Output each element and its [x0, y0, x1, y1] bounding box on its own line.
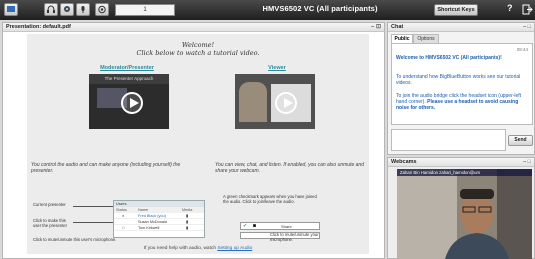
chat-message-tutorial: To understand how BigBlueButton works se… [396, 74, 521, 87]
top-toolbar: 1 HMVS6502 VC (All participants) Shortcu… [0, 0, 535, 20]
pointer-line [73, 206, 113, 207]
note-make-presenter: Click to make this user the presenter [33, 218, 67, 228]
desktop-share-button[interactable] [95, 3, 109, 16]
presentation-title: Presentation: default.pdf [6, 24, 71, 30]
webcam-button[interactable] [60, 3, 74, 16]
make-presenter-icon: □ [122, 226, 125, 230]
welcome-heading: Welcome! [181, 41, 215, 49]
welcome-subheading: Click below to watch a tutorial video. [136, 49, 260, 57]
microphone-icon [81, 6, 85, 13]
headset-icon [47, 5, 55, 13]
webcam-feed-image [397, 169, 532, 259]
tab-options[interactable]: Options [413, 34, 439, 43]
microphone-button[interactable] [76, 3, 90, 16]
setup-audio-link[interactable]: Setting up Audio [217, 246, 252, 251]
message-time: 08:44 [516, 47, 528, 52]
webcam-video[interactable]: Zahari Bin Hamidon zahari_hamidon@um [397, 169, 532, 259]
webcam-user-label: Zahari Bin Hamidon zahari_hamidon@um [397, 169, 532, 176]
moderator-description: You control the audio and can make anyon… [31, 162, 181, 174]
headset-button[interactable] [44, 3, 58, 16]
logout-icon [522, 4, 533, 15]
chat-panel: Chat – □ Public Options 08:44 Welcome to… [387, 22, 535, 155]
presentation-window-controls[interactable]: – ⊡ [371, 23, 381, 32]
viewer-video[interactable] [235, 74, 315, 129]
record-field[interactable]: 1 [115, 4, 175, 16]
chat-input[interactable] [391, 129, 506, 151]
note-current-presenter: Current presenter [33, 202, 66, 207]
webcams-window-controls[interactable]: – □ [523, 158, 531, 167]
monitor-icon [7, 6, 15, 12]
layout-button[interactable] [4, 3, 18, 16]
row-name: Tom Kirkwell [138, 226, 160, 230]
note-mute-mic: Click to mute/unmute your microphone. [270, 232, 319, 242]
tab-public[interactable]: Public [391, 34, 413, 43]
play-icon[interactable] [121, 92, 143, 114]
checkmark-icon: ✔ [243, 223, 248, 229]
chat-messages[interactable]: 08:44 Welcome to HMVS6502 VC (All partic… [391, 43, 533, 125]
play-icon[interactable] [275, 92, 297, 114]
users-table-illustration: Users Status Name Media ● Fred Black (yo… [113, 200, 205, 238]
help-button[interactable]: ? [507, 3, 513, 13]
meeting-title: HMVS6502 VC (All participants) [262, 4, 378, 13]
mic-icon: ▮ [186, 226, 189, 230]
presentation-header: Presentation: default.pdf – ⊡ [3, 23, 384, 32]
chat-window-controls[interactable]: – □ [523, 23, 531, 32]
shortcut-keys-button[interactable]: Shortcut Keys [434, 4, 478, 16]
note-checkmark: A green checkmark appears when you have … [223, 194, 317, 204]
table-row: □ Tom Kirkwell ▮ [114, 225, 204, 231]
audio-controls-illustration: ✔ ◙ Share [240, 222, 320, 230]
chat-message-welcome: Welcome to HMVS6502 VC (All participants… [396, 55, 530, 61]
webcams-title: Webcams [391, 159, 417, 165]
note-mute-user: Click to mute/unmute this user's microph… [33, 237, 117, 242]
viewer-person [239, 82, 267, 122]
chat-message-audio: To join the audio bridge click the heads… [396, 93, 530, 112]
viewer-description: You can view, chat, and listen. If enabl… [215, 162, 364, 174]
viewer-title[interactable]: Viewer [232, 65, 322, 71]
webcams-panel: Webcams – □ Zahari Bin Hamidon zahari_ha… [387, 157, 535, 259]
webcam-icon [64, 6, 70, 12]
moderator-video[interactable]: The Presenter Approach [89, 74, 169, 129]
chat-title: Chat [391, 24, 404, 30]
send-button[interactable]: Send [508, 135, 533, 146]
welcome-message-text: Welcome to HMVS6502 VC (All participants… [396, 55, 502, 61]
webcams-header: Webcams – □ [388, 158, 534, 167]
desktop-share-icon [98, 5, 106, 14]
setup-text: If you need help with audio, watch [143, 246, 218, 251]
video-caption: The Presenter Approach [89, 74, 169, 84]
moderator-title[interactable]: Moderator/Presenter [82, 65, 172, 71]
headset-icon: ◙ [253, 223, 257, 229]
audio-help-text: If you need help with audio, watch Setti… [27, 246, 369, 251]
share-label: Share [281, 224, 292, 229]
presentation-panel: Presentation: default.pdf – ⊡ Welcome! C… [2, 22, 385, 259]
logout-button[interactable] [521, 3, 533, 16]
pointer-line [73, 222, 113, 223]
presentation-slide: Welcome! Click below to watch a tutorial… [27, 34, 369, 254]
chat-header: Chat – □ [388, 23, 534, 32]
